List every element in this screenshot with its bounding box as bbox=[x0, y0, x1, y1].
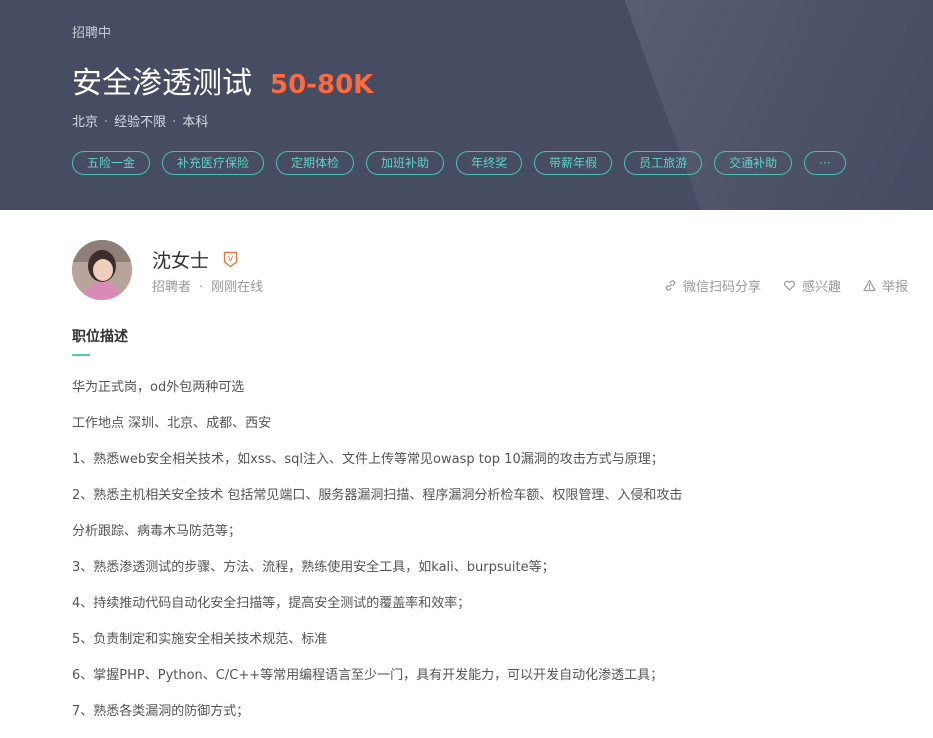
report-label: 举报 bbox=[881, 280, 908, 295]
job-experience: 经验不限 bbox=[114, 115, 167, 130]
avatar-image bbox=[72, 240, 132, 300]
meta-separator: · bbox=[104, 115, 109, 130]
recruiter-role: 招聘者 bbox=[152, 280, 192, 295]
description-line: 5、负责制定和实施安全相关技术规范、标准 bbox=[72, 632, 328, 647]
report-button[interactable]: 举报 bbox=[863, 276, 908, 295]
job-meta: 北京 · 经验不限 · 本科 bbox=[72, 111, 208, 130]
job-description: 华为正式岗，od外包两种可选 工作地点 深圳、北京、成都、西安 1、熟悉web安… bbox=[72, 378, 912, 738]
recruiter-name-row: 沈女士 V bbox=[152, 246, 238, 273]
description-line: 华为正式岗，od外包两种可选 bbox=[72, 380, 245, 395]
description-line: 6、掌握PHP、Python、C/C++等常用编程语言至少一门，具有开发能力，可… bbox=[72, 668, 664, 683]
link-icon bbox=[665, 280, 676, 291]
description-line: 2、熟悉主机相关安全技术 包括常见端口、服务器漏洞扫描、程序漏洞分析检车额、权限… bbox=[72, 488, 683, 503]
description-line: 1、熟悉web安全相关技术，如xss、sql注入、文件上传等常见owasp to… bbox=[72, 452, 664, 467]
job-status: 招聘中 bbox=[72, 26, 112, 41]
recruiter-online: 刚刚在线 bbox=[211, 280, 264, 295]
description-line: 7、熟悉各类漏洞的防御方式； bbox=[72, 704, 250, 719]
interest-button[interactable]: 感兴趣 bbox=[783, 276, 841, 295]
benefit-tags: 五险一金 补充医疗保险 定期体检 加班补助 年终奖 带薪年假 员工旅游 交通补助… bbox=[72, 151, 846, 175]
job-education: 本科 bbox=[182, 115, 209, 130]
job-city: 北京 bbox=[72, 115, 99, 130]
interest-label: 感兴趣 bbox=[801, 280, 841, 295]
title-row: 安全渗透测试 50-80K bbox=[72, 58, 373, 102]
benefit-tag: 定期体检 bbox=[276, 151, 355, 175]
section-underline bbox=[72, 354, 90, 356]
benefit-tag: 带薪年假 bbox=[534, 151, 613, 175]
section-title: 职位描述 bbox=[72, 329, 128, 345]
recruiter-name: 沈女士 bbox=[152, 250, 210, 272]
description-line: 工作地点 深圳、北京、成都、西安 bbox=[72, 416, 272, 431]
warning-icon bbox=[863, 279, 876, 292]
benefit-tag: 补充医疗保险 bbox=[162, 151, 265, 175]
job-title: 安全渗透测试 bbox=[72, 66, 252, 101]
salary: 50-80K bbox=[270, 70, 374, 100]
job-header: 招聘中 安全渗透测试 50-80K 北京 · 经验不限 · 本科 五险一金 补充医疗保险… bbox=[0, 0, 933, 210]
sub-separator: · bbox=[199, 280, 204, 295]
heart-icon bbox=[783, 280, 795, 291]
avatar[interactable] bbox=[72, 240, 132, 300]
more-tags-button[interactable]: ··· bbox=[804, 151, 846, 175]
recruiter-sub: 招聘者 · 刚刚在线 bbox=[152, 276, 263, 295]
description-line: 3、熟悉渗透测试的步骤、方法、流程，熟练使用安全工具，如kali、burpsui… bbox=[72, 560, 555, 575]
benefit-tag: 员工旅游 bbox=[624, 151, 703, 175]
description-line: 4、持续推动代码自动化安全扫描等，提高安全测试的覆盖率和效率； bbox=[72, 596, 471, 611]
benefit-tag: 交通补助 bbox=[714, 151, 793, 175]
meta-separator: · bbox=[172, 115, 177, 130]
header-decoration bbox=[622, 0, 933, 210]
verified-badge-icon: V bbox=[223, 251, 238, 268]
share-button[interactable]: 微信扫码分享 bbox=[664, 276, 761, 295]
benefit-tag: 年终奖 bbox=[456, 151, 523, 175]
benefit-tag: 五险一金 bbox=[72, 151, 151, 175]
benefit-tag: 加班补助 bbox=[366, 151, 445, 175]
job-actions: 微信扫码分享 感兴趣 举报 bbox=[664, 276, 908, 295]
description-line: 分析跟踪、病毒木马防范等； bbox=[72, 524, 242, 539]
share-label: 微信扫码分享 bbox=[682, 280, 761, 295]
verified-badge-label: V bbox=[228, 255, 234, 264]
